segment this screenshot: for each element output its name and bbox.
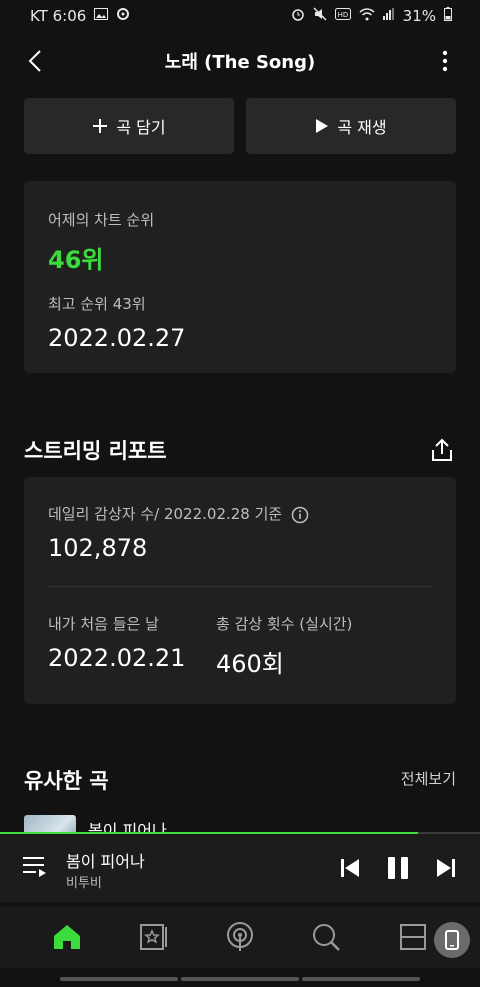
- more-vertical-icon: [442, 50, 448, 72]
- similar-song-title: 봄이 피어나: [88, 821, 167, 832]
- play-song-label: 곡 재생: [337, 118, 387, 137]
- similar-song-album-art: [24, 815, 76, 832]
- library-icon: [139, 924, 167, 950]
- nav-search[interactable]: [306, 917, 346, 957]
- wifi-icon: [359, 7, 375, 25]
- total-plays-label: 총 감상 횟수 (실시간): [216, 615, 353, 633]
- next-button[interactable]: [432, 854, 460, 882]
- first-listen-stat: 내가 처음 들은 날 2022.02.21: [48, 613, 216, 679]
- skip-next-icon: [437, 859, 455, 877]
- play-song-button[interactable]: 곡 재생: [246, 98, 456, 154]
- play-icon: [316, 119, 329, 133]
- floating-device-button[interactable]: [434, 922, 470, 958]
- chevron-left-icon: [28, 50, 41, 72]
- first-listen-label: 내가 처음 들은 날: [48, 615, 159, 633]
- status-bar: KT 6:06 HD 31%: [0, 0, 480, 32]
- playlist-icon: [23, 857, 46, 877]
- nav-gesture-bar-center: [181, 977, 299, 981]
- report-stats: 내가 처음 들은 날 2022.02.21 총 감상 횟수 (실시간) 460회: [48, 613, 432, 679]
- yesterday-rank-label: 어제의 차트 순위: [48, 211, 155, 229]
- plus-icon: [93, 119, 108, 133]
- yesterday-rank-value: 46위: [48, 246, 104, 274]
- pause-button[interactable]: [384, 854, 412, 882]
- more-options-button[interactable]: [430, 46, 460, 76]
- now-playing-artist: 비투비: [66, 876, 102, 891]
- playlist-button[interactable]: [22, 854, 50, 882]
- share-icon: [432, 438, 452, 461]
- mini-player[interactable]: 봄이 피어나 비투비: [0, 832, 480, 902]
- streaming-report-title: 스트리밍 리포트: [24, 439, 167, 463]
- storage-icon: [399, 924, 426, 950]
- battery-percent: 31%: [402, 7, 436, 25]
- status-left: KT 6:06: [30, 7, 130, 25]
- daily-listeners-value: 102,878: [48, 534, 148, 562]
- image-notification-icon: [94, 8, 109, 24]
- action-row: 곡 담기 곡 재생: [24, 98, 456, 154]
- daily-listeners-row: 데일리 감상자 수/ 2022.02.28 기준: [48, 503, 432, 524]
- bottom-nav: [0, 906, 480, 968]
- now-playing-title: 봄이 피어나: [66, 852, 145, 871]
- nav-storage[interactable]: [393, 917, 433, 957]
- home-icon: [54, 925, 81, 949]
- carrier-time: KT 6:06: [30, 7, 87, 25]
- progress-bar[interactable]: [0, 832, 418, 834]
- search-icon: [313, 924, 341, 951]
- best-rank-label: 최고 순위 43위: [48, 295, 146, 313]
- podcast-icon: [226, 922, 253, 951]
- nav-podcast[interactable]: [220, 917, 260, 957]
- page-title: 노래 (The Song): [164, 52, 316, 73]
- previous-button[interactable]: [336, 854, 364, 882]
- daily-listeners-label: 데일리 감상자 수/ 2022.02.28 기준: [48, 505, 283, 523]
- nav-library[interactable]: [134, 917, 174, 957]
- report-divider: [48, 586, 432, 587]
- app-notification-icon: [116, 7, 130, 25]
- signal-icon: [382, 8, 395, 24]
- svg-text:HD: HD: [337, 11, 348, 19]
- total-plays-value: 460회: [216, 650, 284, 678]
- info-icon[interactable]: [291, 506, 309, 524]
- share-button[interactable]: [428, 436, 456, 464]
- add-song-button[interactable]: 곡 담기: [24, 98, 234, 154]
- nav-gesture-bar-left: [60, 977, 178, 981]
- header: 노래 (The Song): [0, 40, 480, 82]
- back-button[interactable]: [20, 46, 50, 76]
- mute-icon: [313, 7, 327, 25]
- hd-icon: HD: [334, 8, 351, 24]
- nav-gesture-bar-right: [302, 977, 420, 981]
- total-plays-stat: 총 감상 횟수 (실시간) 460회: [216, 613, 384, 679]
- skip-previous-icon: [341, 859, 359, 877]
- battery-icon: [444, 7, 452, 25]
- status-right: HD 31%: [291, 7, 452, 25]
- alarm-icon: [291, 7, 305, 25]
- similar-songs-title: 유사한 곡: [24, 769, 109, 793]
- first-listen-value: 2022.02.21: [48, 644, 186, 672]
- streaming-report-card: 데일리 감상자 수/ 2022.02.28 기준 102,878 내가 처음 들…: [24, 477, 456, 704]
- similar-song-item[interactable]: 봄이 피어나: [24, 815, 456, 832]
- add-song-label: 곡 담기: [116, 118, 166, 137]
- phone-icon: [445, 930, 459, 950]
- pause-icon: [388, 857, 408, 879]
- best-rank-date: 2022.02.27: [48, 324, 186, 352]
- view-all-link[interactable]: 전체보기: [401, 768, 456, 789]
- nav-home[interactable]: [47, 917, 87, 957]
- chart-rank-card: 어제의 차트 순위 46위 최고 순위 43위 2022.02.27: [24, 181, 456, 373]
